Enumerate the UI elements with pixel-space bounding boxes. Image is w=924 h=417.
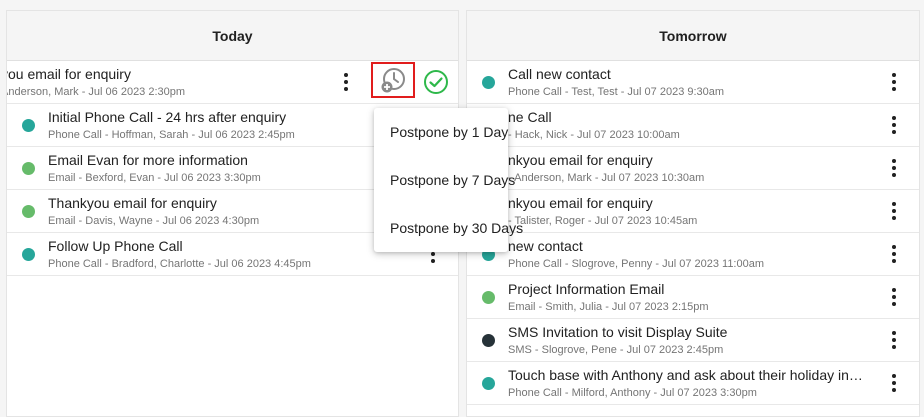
task-subtitle: Phone Call - Hoffman, Sarah - Jul 06 202… — [48, 129, 295, 141]
task-subtitle: Email - Smith, Julia - Jul 07 2023 2:15p… — [508, 301, 709, 313]
task-title: Call new contact — [508, 66, 611, 82]
postpone-1-day-option[interactable]: Postpone by 1 Day — [374, 108, 508, 156]
task-subtitle: - Hack, Nick - Jul 07 2023 10:00am — [508, 129, 680, 141]
task-subtitle: Phone Call - Test, Test - Jul 07 2023 9:… — [508, 86, 725, 98]
more-options-icon[interactable] — [891, 331, 897, 349]
today-header: Today — [7, 11, 458, 61]
task-subtitle: SMS - Slogrove, Pene - Jul 07 2023 2:45p… — [508, 344, 724, 356]
postpone-30-days-option[interactable]: Postpone by 30 Days — [374, 204, 523, 252]
task-row[interactable]: new contact Phone Call - Slogrove, Penny… — [467, 233, 919, 276]
task-row[interactable]: nkyou email for enquiry - Anderson, Mark… — [467, 147, 919, 190]
task-title: SMS Invitation to visit Display Suite — [508, 324, 728, 340]
task-row[interactable]: you email for enquiry Anderson, Mark - J… — [7, 61, 458, 104]
task-title: new contact — [508, 238, 583, 254]
task-title: you email for enquiry — [6, 66, 131, 82]
phone-call-status-dot — [482, 377, 495, 390]
more-options-icon[interactable] — [343, 73, 349, 91]
postpone-button[interactable] — [371, 62, 415, 98]
task-subtitle: - Anderson, Mark - Jul 07 2023 10:30am — [508, 172, 705, 184]
task-row[interactable]: Call new contact Phone Call - Test, Test… — [467, 61, 919, 104]
task-subtitle: Phone Call - Slogrove, Penny - Jul 07 20… — [508, 258, 765, 270]
task-row[interactable]: nkyou email for enquiry - Talister, Roge… — [467, 190, 919, 233]
task-title: Email Evan for more information — [48, 152, 248, 168]
email-status-dot — [22, 162, 35, 175]
task-subtitle: Phone Call - Bradford, Charlotte - Jul 0… — [48, 258, 311, 270]
task-title: Project Information Email — [508, 281, 665, 297]
phone-call-status-dot — [22, 119, 35, 132]
task-row[interactable]: Project Information Email Email - Smith,… — [467, 276, 919, 319]
task-subtitle: - Talister, Roger - Jul 07 2023 10:45am — [508, 215, 698, 227]
tomorrow-column: Tomorrow Call new contact Phone Call - T… — [466, 10, 920, 417]
task-subtitle: Phone Call - Milford, Anthony - Jul 07 2… — [508, 387, 757, 399]
more-options-icon[interactable] — [891, 116, 897, 134]
phone-call-status-dot — [482, 76, 495, 89]
more-options-icon[interactable] — [891, 159, 897, 177]
email-status-dot — [482, 291, 495, 304]
more-options-icon[interactable] — [891, 374, 897, 392]
task-row[interactable]: SMS Invitation to visit Display Suite SM… — [467, 319, 919, 362]
task-title: Thankyou email for enquiry — [48, 195, 217, 211]
task-subtitle: Email - Davis, Wayne - Jul 06 2023 4:30p… — [48, 215, 260, 227]
more-options-icon[interactable] — [891, 245, 897, 263]
task-title: Touch base with Anthony and ask about th… — [508, 367, 863, 383]
check-circle-icon[interactable] — [423, 69, 449, 95]
postpone-7-days-option[interactable]: Postpone by 7 Days — [374, 156, 515, 204]
task-subtitle: Anderson, Mark - Jul 06 2023 2:30pm — [6, 86, 186, 98]
task-row[interactable]: ne Call - Hack, Nick - Jul 07 2023 10:00… — [467, 104, 919, 147]
task-title: nkyou email for enquiry — [508, 152, 653, 168]
more-options-icon[interactable] — [891, 73, 897, 91]
postpone-menu: Postpone by 1 Day Postpone by 7 Days Pos… — [374, 108, 523, 252]
task-title: ne Call — [508, 109, 552, 125]
email-status-dot — [22, 205, 35, 218]
task-title: Follow Up Phone Call — [48, 238, 183, 254]
tomorrow-header: Tomorrow — [467, 11, 919, 61]
sms-status-dot — [482, 334, 495, 347]
clock-plus-icon — [381, 68, 405, 93]
more-options-icon[interactable] — [891, 288, 897, 306]
phone-call-status-dot — [22, 248, 35, 261]
task-row[interactable]: Touch base with Anthony and ask about th… — [467, 362, 919, 405]
task-subtitle: Email - Bexford, Evan - Jul 06 2023 3:30… — [48, 172, 261, 184]
more-options-icon[interactable] — [891, 202, 897, 220]
task-title: nkyou email for enquiry — [508, 195, 653, 211]
task-title: Initial Phone Call - 24 hrs after enquir… — [48, 109, 287, 125]
